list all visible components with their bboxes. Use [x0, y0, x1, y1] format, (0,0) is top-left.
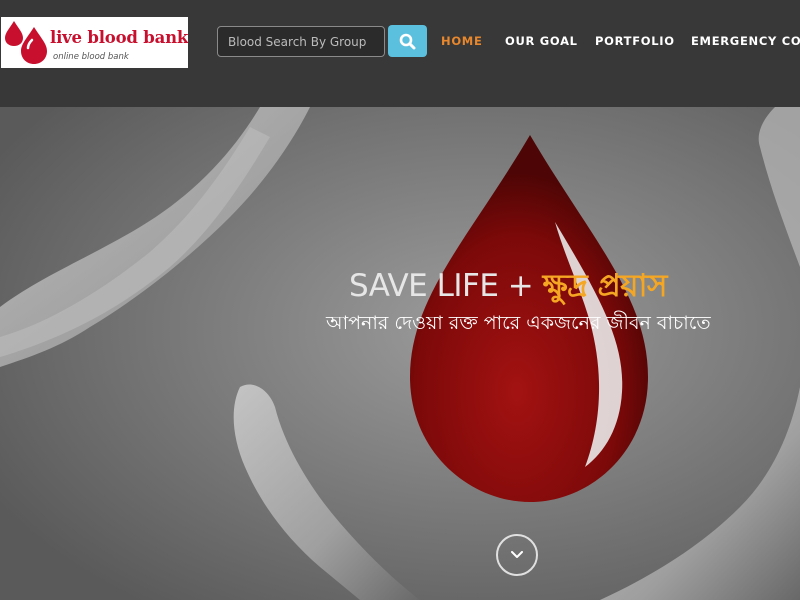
- logo[interactable]: live blood bank online blood bank: [1, 17, 188, 68]
- blood-drop-logo-icon: [5, 21, 47, 64]
- search-button[interactable]: [388, 25, 427, 57]
- hero-section: SAVE LIFE + ক্ষুদ্র প্রয়াস আপনার দেওয়া…: [0, 107, 800, 600]
- chevron-down-icon: [511, 551, 523, 558]
- hero-headline: SAVE LIFE + ক্ষুদ্র প্রয়াস: [349, 262, 668, 314]
- nav-emergency-contact[interactable]: EMERGENCY CONT: [691, 34, 800, 48]
- logo-tagline: online blood bank: [53, 52, 129, 62]
- blood-search-input[interactable]: [217, 26, 385, 57]
- nav-portfolio[interactable]: PORTFOLIO: [595, 34, 675, 48]
- headline-accent: ক্ষুদ্র প্রয়াস: [542, 268, 668, 304]
- search-icon: [399, 33, 416, 50]
- nav-our-goal[interactable]: OUR GOAL: [505, 34, 578, 48]
- headline-prefix: SAVE LIFE +: [349, 268, 543, 304]
- logo-title: live blood bank: [50, 28, 188, 47]
- nav-home[interactable]: HOME: [441, 34, 483, 48]
- navbar: live blood bank online blood bank HOME O…: [0, 0, 800, 107]
- hero-subline: আপনার দেওয়া রক্ত পারে একজনের জীবন বাচাত…: [326, 312, 711, 334]
- hero-background-image: [0, 107, 800, 600]
- scroll-down-button[interactable]: [496, 534, 538, 576]
